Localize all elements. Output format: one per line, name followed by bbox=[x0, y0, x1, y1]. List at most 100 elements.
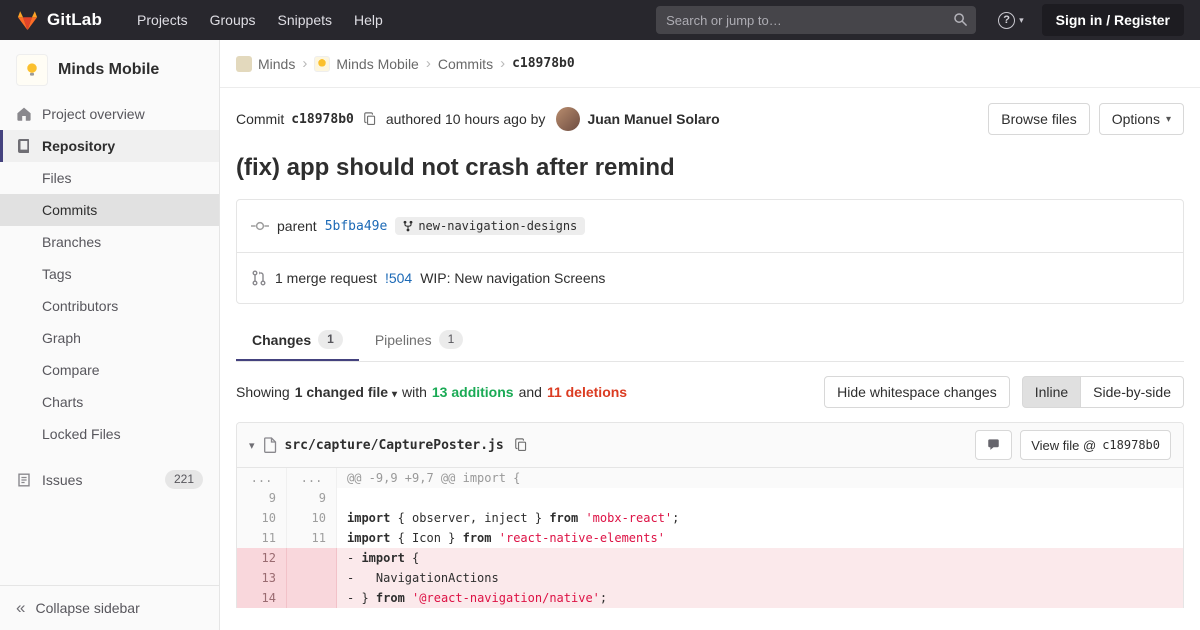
diff-line-content: import { observer, inject } from 'mobx-r… bbox=[347, 511, 680, 525]
sidebar-label: Repository bbox=[42, 138, 116, 154]
diff-line-content: import { Icon } from 'react-native-eleme… bbox=[347, 531, 665, 545]
sidebar-nav: Project overview Repository Files Commit… bbox=[0, 98, 219, 585]
gitlab-home-link[interactable]: GitLab bbox=[16, 9, 102, 32]
collapse-sidebar-button[interactable]: « Collapse sidebar bbox=[0, 585, 219, 630]
sidebar-item-locked-files[interactable]: Locked Files bbox=[0, 418, 219, 450]
diff-row: 14 - } from '@react-navigation/native'; bbox=[237, 588, 1183, 608]
diff-line-content: @@ -9,9 +9,7 @@ import { bbox=[337, 468, 1183, 488]
help-dropdown[interactable]: ? ▾ bbox=[998, 11, 1024, 29]
diff-row: 13 - NavigationActions bbox=[237, 568, 1183, 588]
navbar-item-projects[interactable]: Projects bbox=[126, 6, 199, 34]
breadcrumb-project[interactable]: Minds Mobile bbox=[314, 55, 419, 72]
commit-sha: c18978b0 bbox=[291, 111, 354, 127]
branch-ref-chip[interactable]: new-navigation-designs bbox=[395, 217, 586, 235]
options-dropdown-button[interactable]: Options ▾ bbox=[1098, 103, 1184, 135]
tab-pipelines[interactable]: Pipelines 1 bbox=[359, 318, 480, 361]
sidebar-item-branches[interactable]: Branches bbox=[0, 226, 219, 258]
additions-count: 13 additions bbox=[431, 384, 514, 400]
authored-text: authored 10 hours ago by bbox=[385, 111, 546, 127]
browse-files-button[interactable]: Browse files bbox=[988, 103, 1090, 135]
old-line-number[interactable]: 12 bbox=[237, 548, 287, 568]
navbar-menu: Projects Groups Snippets Help bbox=[126, 6, 394, 34]
navbar-item-groups[interactable]: Groups bbox=[199, 6, 267, 34]
new-line-number[interactable] bbox=[287, 568, 337, 588]
search-input[interactable] bbox=[656, 6, 977, 34]
parent-sha-link[interactable]: 5bfba49e bbox=[325, 219, 388, 234]
sidebar-item-contributors[interactable]: Contributors bbox=[0, 290, 219, 322]
toggle-comments-button[interactable] bbox=[975, 430, 1013, 460]
breadcrumb-separator: › bbox=[500, 55, 506, 72]
merge-request-icon bbox=[251, 270, 267, 286]
parent-label: parent bbox=[277, 218, 317, 234]
copy-file-path-button[interactable] bbox=[512, 436, 530, 454]
comment-icon bbox=[988, 439, 999, 450]
old-line-number[interactable]: 10 bbox=[237, 508, 287, 528]
inline-view-button[interactable]: Inline bbox=[1021, 376, 1082, 408]
diff-line-content: - NavigationActions bbox=[337, 568, 1183, 588]
collapse-diff-icon[interactable]: ▾ bbox=[249, 439, 255, 452]
breadcrumb-commits[interactable]: Commits bbox=[438, 56, 493, 72]
parent-row: parent 5bfba49e new-navigation-designs bbox=[237, 200, 1183, 252]
showing-label: Showing bbox=[236, 384, 290, 400]
old-line-number[interactable]: 14 bbox=[237, 588, 287, 608]
merge-request-ref-link[interactable]: !504 bbox=[385, 270, 412, 286]
tab-changes[interactable]: Changes 1 bbox=[236, 318, 359, 361]
sidebar-item-tags[interactable]: Tags bbox=[0, 258, 219, 290]
pipelines-count-badge: 1 bbox=[438, 330, 464, 349]
copy-sha-button[interactable] bbox=[361, 110, 379, 128]
breadcrumb-group[interactable]: Minds bbox=[236, 55, 295, 72]
old-line-number[interactable]: 11 bbox=[237, 528, 287, 548]
sidebar-item-repository[interactable]: Repository bbox=[0, 130, 219, 162]
issues-count-badge: 221 bbox=[164, 470, 203, 489]
project-name[interactable]: Minds Mobile bbox=[58, 61, 159, 79]
commit-node-icon bbox=[251, 219, 269, 233]
hide-whitespace-button[interactable]: Hide whitespace changes bbox=[824, 376, 1010, 408]
old-line-number: ... bbox=[237, 468, 287, 488]
commit-info-box: parent 5bfba49e new-navigation-designs 1… bbox=[236, 199, 1184, 304]
sidebar-item-issues[interactable]: Issues 221 bbox=[0, 462, 219, 497]
collapse-label: Collapse sidebar bbox=[35, 600, 140, 616]
sidebar-item-commits[interactable]: Commits bbox=[0, 194, 219, 226]
new-line-number[interactable]: 10 bbox=[287, 508, 337, 528]
new-line-number[interactable] bbox=[287, 548, 337, 568]
author-avatar[interactable] bbox=[556, 107, 581, 131]
commit-title: (fix) app should not crash after remind bbox=[236, 154, 675, 181]
sidebar-item-graph[interactable]: Graph bbox=[0, 322, 219, 354]
copy-icon bbox=[514, 438, 526, 451]
main-content: Minds › Minds Mobile › Commits › c18978b… bbox=[220, 40, 1200, 630]
sign-in-button[interactable]: Sign in / Register bbox=[1041, 4, 1184, 36]
diff-row: 12 - import { bbox=[237, 548, 1183, 568]
diff-file-box: ▾ src/capture/CapturePoster.js View file… bbox=[236, 422, 1184, 608]
project-header: Minds Mobile bbox=[0, 40, 219, 98]
new-line-number[interactable]: 11 bbox=[287, 528, 337, 548]
breadcrumb-separator: › bbox=[425, 55, 431, 72]
project-avatar[interactable] bbox=[16, 54, 48, 86]
old-line-number[interactable]: 9 bbox=[237, 488, 287, 508]
new-line-number: ... bbox=[287, 468, 337, 488]
view-file-button[interactable]: View file @ c18978b0 bbox=[1020, 430, 1171, 460]
new-line-number[interactable] bbox=[287, 588, 337, 608]
new-line-number[interactable]: 9 bbox=[287, 488, 337, 508]
sidebar-item-project-overview[interactable]: Project overview bbox=[0, 98, 219, 130]
side-by-side-view-button[interactable]: Side-by-side bbox=[1080, 376, 1184, 408]
navbar-item-help[interactable]: Help bbox=[343, 6, 394, 34]
sidebar-item-charts[interactable]: Charts bbox=[0, 386, 219, 418]
diff-rows: ...... @@ -9,9 +9,7 @@ import {9 9 10 10 impo… bbox=[237, 468, 1183, 608]
tanuki-icon bbox=[16, 9, 39, 32]
sidebar-label: Issues bbox=[42, 471, 83, 488]
commit-label: Commit bbox=[236, 111, 285, 127]
navbar-item-snippets[interactable]: Snippets bbox=[267, 6, 343, 34]
file-icon bbox=[263, 437, 277, 453]
question-icon: ? bbox=[998, 11, 1016, 29]
changed-files-dropdown[interactable]: 1 changed file ▾ bbox=[295, 384, 397, 400]
sidebar-item-files[interactable]: Files bbox=[0, 162, 219, 194]
search-icon bbox=[953, 12, 968, 30]
old-line-number[interactable]: 13 bbox=[237, 568, 287, 588]
merge-request-row: 1 merge request !504 WIP: New navigation… bbox=[237, 252, 1183, 303]
diff-line-content: - import { bbox=[337, 548, 1183, 568]
diff-line-content: - } from '@react-navigation/native'; bbox=[337, 588, 1183, 608]
chevron-down-icon: ▾ bbox=[1165, 113, 1171, 125]
author-name-link[interactable]: Juan Manuel Solaro bbox=[587, 111, 719, 127]
sidebar-item-compare[interactable]: Compare bbox=[0, 354, 219, 386]
merge-request-count: 1 merge request bbox=[275, 270, 377, 286]
